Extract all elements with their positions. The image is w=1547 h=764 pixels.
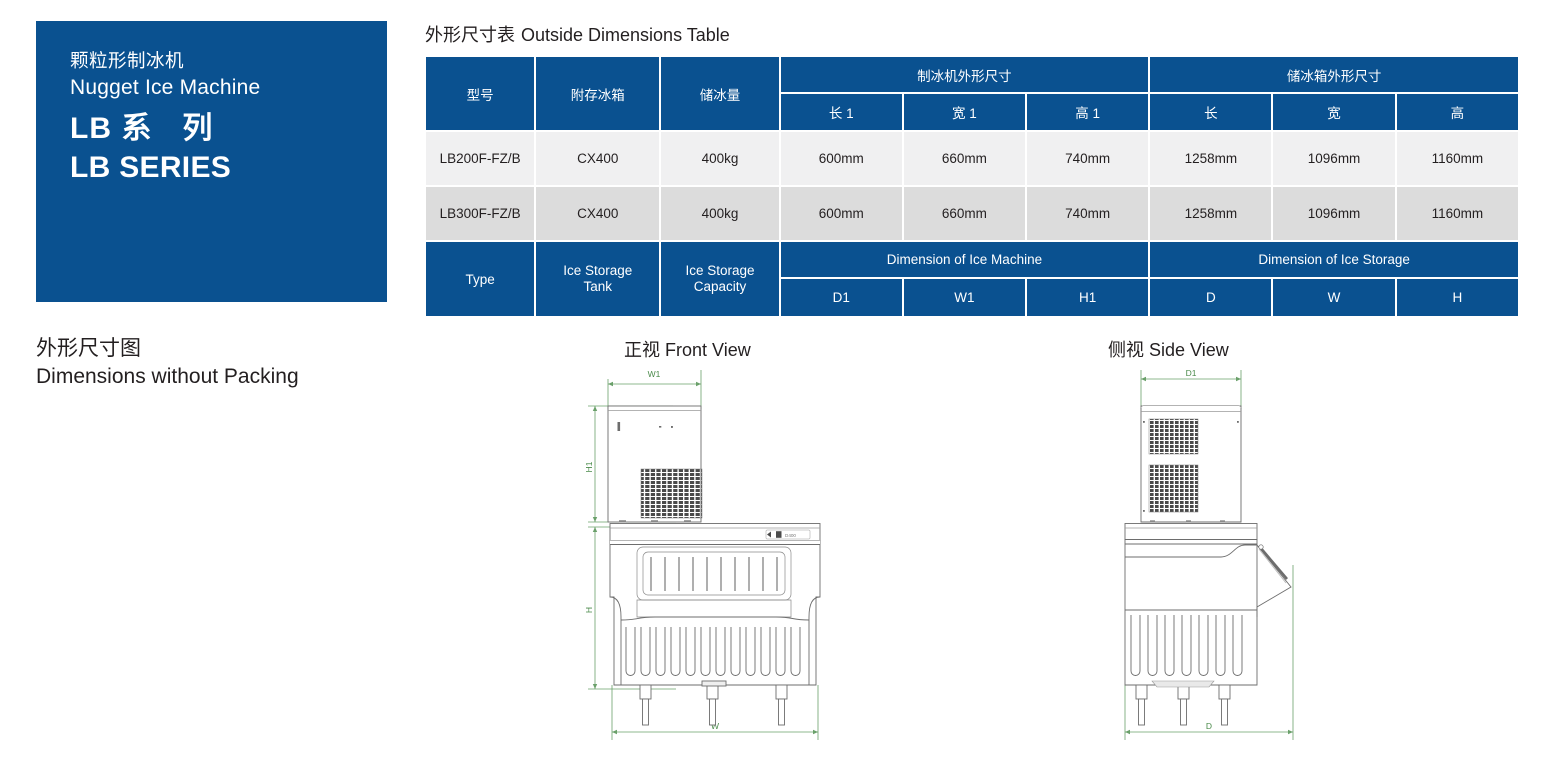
footer-cell-ice-storage-tank: Ice Storage Tank [535, 241, 661, 317]
front-dim-h1-label: H1 [584, 461, 594, 472]
cell-ice-capacity: 400kg [660, 131, 780, 186]
header-sub-w1-cn: 宽 1 [902, 93, 1027, 131]
side-view-title: 侧视 Side View [1108, 336, 1229, 362]
front-view-title: 正视 Front View [624, 336, 751, 362]
header-cell-ice-tank-cn: 附存冰箱 [535, 56, 661, 131]
cell-h1: 740mm [1026, 186, 1150, 241]
cell-ice-tank: CX400 [535, 131, 661, 186]
cell-d1: 600mm [779, 131, 903, 186]
side-legs [1135, 680, 1231, 726]
front-view-title-en: Front View [665, 340, 751, 360]
cell-d1: 600mm [779, 186, 903, 241]
hero-title-en: Nugget Ice Machine [70, 75, 261, 99]
table-header-row-1: 型号 附存冰箱 储冰量 制冰机外形尺寸 储冰箱外形尺寸 [425, 56, 1519, 131]
front-view-drawing: W1 H1 H W D400 [580, 365, 860, 760]
header-sub-h-cn: 高 [1395, 93, 1519, 131]
side-view-drawing: D1 D [1090, 365, 1370, 760]
footer-ice-capacity-line1: Ice Storage [685, 262, 755, 278]
table-footer-row-1: Type Ice Storage Tank Ice Storage Capaci… [425, 241, 1519, 317]
header-group-storage-cn: 储冰箱外形尺寸 [1149, 56, 1519, 93]
table-row: LB200F-FZ/B CX400 400kg 600mm 660mm 740m… [425, 131, 1519, 186]
cell-w1: 660mm [902, 131, 1027, 186]
front-storage-bin [609, 540, 821, 686]
table-row: LB300F-FZ/B CX400 400kg 600mm 660mm 740m… [425, 186, 1519, 241]
series-hero-panel: 颗粒形制冰机 Nugget Ice Machine LB 系列 LB SERIE… [36, 21, 387, 302]
footer-ice-tank-line1: Ice Storage [563, 262, 633, 278]
cell-w1: 660mm [902, 186, 1027, 241]
footer-ice-tank-line2: Tank [583, 279, 613, 294]
header-group-machine-cn: 制冰机外形尺寸 [779, 56, 1150, 93]
footer-group-storage-en: Dimension of Ice Storage [1149, 241, 1519, 278]
header-cell-ice-capacity-cn: 储冰量 [660, 56, 780, 131]
outside-dimensions-table: 型号 附存冰箱 储冰量 制冰机外形尺寸 储冰箱外形尺寸 长 1 宽 1 高 1 … [425, 56, 1519, 317]
footer-sub-d: D [1149, 278, 1273, 317]
side-dim-d-label: D [1206, 721, 1212, 731]
front-dim-h-label: H [584, 607, 594, 613]
dimensions-table-title-cn: 外形尺寸表 [425, 25, 515, 45]
header-sub-w-cn: 宽 [1272, 93, 1396, 131]
footer-cell-type: Type [425, 241, 536, 317]
header-sub-d1-cn: 长 1 [779, 93, 903, 131]
hero-series-cn-b: 列 [182, 112, 214, 146]
cell-ice-tank: CX400 [535, 186, 661, 241]
front-view-title-cn: 正视 [624, 340, 660, 360]
side-view-title-cn: 侧视 [1108, 340, 1144, 360]
front-ice-maker-body [607, 405, 703, 523]
cell-w: 1096mm [1272, 131, 1396, 186]
cell-ice-capacity: 400kg [660, 186, 780, 241]
header-sub-h1-cn: 高 1 [1026, 93, 1150, 131]
side-storage-bin [1124, 539, 1292, 686]
cell-d: 1258mm [1149, 186, 1273, 241]
header-sub-d-cn: 长 [1149, 93, 1273, 131]
dimensions-table-title: 外形尺寸表 Outside Dimensions Table [425, 21, 730, 47]
footer-sub-h: H [1395, 278, 1519, 317]
footer-sub-w: W [1272, 278, 1396, 317]
footer-sub-h1: H1 [1026, 278, 1150, 317]
side-dim-d1-label: D1 [1186, 368, 1197, 378]
front-dim-w1-label: W1 [648, 369, 661, 379]
dimensions-table-title-en: Outside Dimensions Table [521, 25, 730, 45]
footer-cell-ice-storage-capacity: Ice Storage Capacity [660, 241, 780, 317]
footer-group-machine-en: Dimension of Ice Machine [779, 241, 1150, 278]
front-panel-badge-text: D400 [785, 533, 796, 538]
side-storage-top-rail [1124, 523, 1258, 540]
side-view-title-en: Side View [1149, 340, 1229, 360]
hero-series-cn-a: LB 系 [70, 112, 153, 146]
footer-sub-d1: D1 [779, 278, 903, 317]
front-control-panel-badge: D400 [765, 529, 811, 540]
cell-w: 1096mm [1272, 186, 1396, 241]
cell-model: LB300F-FZ/B [425, 186, 536, 241]
cell-h: 1160mm [1395, 186, 1519, 241]
hero-title-cn: 颗粒形制冰机 [70, 50, 185, 71]
side-ice-maker-body [1140, 405, 1242, 523]
footer-ice-capacity-line2: Capacity [693, 279, 747, 294]
cell-h: 1160mm [1395, 131, 1519, 186]
front-legs [639, 680, 788, 726]
hero-series-cn: LB 系列 [70, 110, 387, 148]
header-cell-model-cn: 型号 [425, 56, 536, 131]
dimensions-drawing-caption: 外形尺寸图 Dimensions without Packing [36, 335, 299, 392]
caption-en: Dimensions without Packing [36, 365, 299, 389]
hero-series-en: LB SERIES [70, 150, 232, 184]
footer-sub-w1: W1 [902, 278, 1027, 317]
cell-d: 1258mm [1149, 131, 1273, 186]
cell-model: LB200F-FZ/B [425, 131, 536, 186]
cell-h1: 740mm [1026, 131, 1150, 186]
caption-cn: 外形尺寸图 [36, 337, 141, 360]
